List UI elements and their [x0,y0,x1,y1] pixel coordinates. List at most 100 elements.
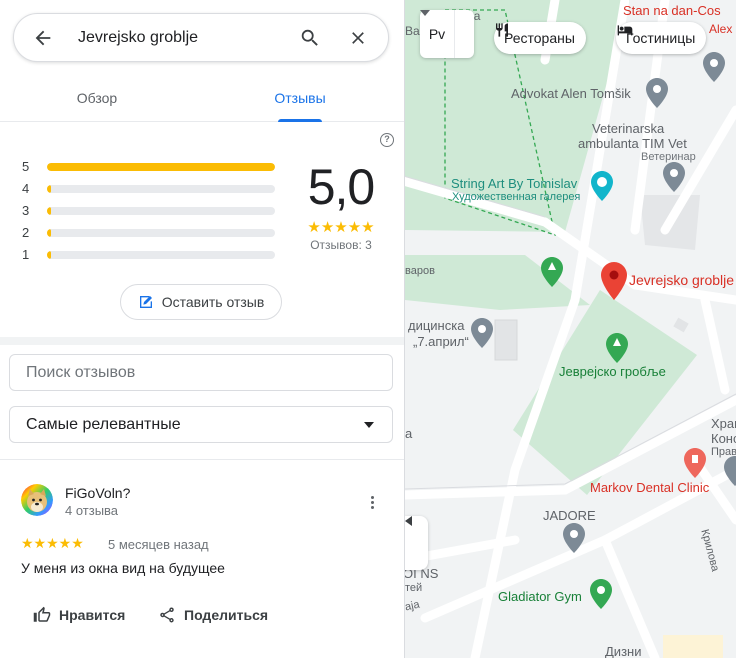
help-icon[interactable]: ? [380,133,394,147]
review-stars: ★★★★★ [21,535,84,551]
map-label-gallery: Художественная галерея [452,191,581,203]
map-label-small-te: тей [405,582,423,594]
doge-avatar-icon [21,484,53,516]
map-label-hram-2: Конс [711,431,736,446]
review-author[interactable]: FiGoVoln? [65,485,130,501]
poi-pin-vet-icon[interactable] [663,162,685,192]
avatar[interactable] [21,484,53,516]
map-label-advokat[interactable]: Advokat Alen Tomšik [511,86,631,101]
review-author-count: 4 отзыва [65,503,119,518]
rating-row-5[interactable]: 5 [22,158,282,180]
map-canvas[interactable]: Stan na dan-Cos кола Вас Alex Advokat Al… [405,0,736,658]
poi-pin-top-icon[interactable] [703,52,725,82]
search-icon [301,29,318,46]
selected-place-pin-icon[interactable] [601,262,627,300]
share-label: Поделиться [184,607,269,623]
poi-pin-medical-icon[interactable] [471,318,493,348]
poi-pin-advokat-icon[interactable] [646,78,668,108]
dropdown-arrow-icon [364,422,374,428]
rating-bar-fill [47,251,51,259]
chip-restaurants-label: Рестораны [504,30,575,46]
map-label-jevrejsko-cyr[interactable]: Јеврејско гробље [559,364,666,379]
chip-hotels[interactable]: Гостиницы [616,22,707,54]
like-button[interactable]: Нравится [33,604,125,626]
map-label-small-a: а [405,426,413,441]
rating-bar-fill [47,185,51,193]
map-label-vet-2[interactable]: ambulanta TIM Vet [578,136,687,151]
map-label-stan[interactable]: Stan na dan-Cos [623,3,721,18]
hotel-icon [617,25,633,36]
map-label-medical-1[interactable]: дицинска [408,318,464,333]
share-icon [160,607,174,623]
poi-pin-cemetery-icon[interactable] [606,333,628,363]
poi-pin-church-icon[interactable] [724,456,736,486]
map-label-jevrejsko[interactable]: Jevrejsko groblje [629,272,734,288]
sort-dropdown[interactable]: Самые релевантные [9,406,393,443]
map-label-markov[interactable]: Markov Dental Clinic [590,480,709,495]
search-input[interactable]: Jevrejsko groblje [68,29,286,47]
map-label-jadore[interactable]: JADORE [543,508,596,523]
poi-pin-dental-icon[interactable] [684,448,706,478]
rating-row-label: 4 [22,181,30,196]
clear-search-button[interactable] [334,13,382,62]
rating-bar-fill [47,229,51,237]
map-label-dizni: Дизни [605,644,642,658]
chip-hotels-label: Гостиницы [626,30,696,46]
map-label-gladiator[interactable]: Gladiator Gym [498,589,582,604]
rating-row-1[interactable]: 1 [22,246,282,268]
share-button[interactable]: Поделиться [158,604,268,626]
chevron-down-icon[interactable] [420,10,474,58]
arrow-back-icon [35,30,51,45]
rating-bar-fill [47,207,51,215]
sort-value: Самые релевантные [26,416,181,433]
restaurant-icon [496,23,508,37]
map-label-vet-1[interactable]: Veterinarska [592,121,664,136]
search-box: Jevrejsko groblje [13,13,389,62]
rating-row-2[interactable]: 2 [22,224,282,246]
divider [0,459,404,460]
rating-summary: 5,0 ★★★★★ Отзывов: 3 [295,158,387,252]
back-button[interactable] [18,13,68,62]
map-label-string-art[interactable]: String Art By Tomislav [451,176,577,191]
close-icon [352,31,364,44]
poi-pin-jadore-icon[interactable] [563,523,585,553]
more-options-button[interactable] [360,490,384,514]
tab-bar: Обзор Отзывы [0,78,404,122]
rating-bar-fill [47,163,275,171]
rating-stars: ★★★★★ [307,219,375,236]
write-review-button[interactable]: Оставить отзыв [120,284,282,320]
rating-row-label: 3 [22,203,30,218]
thumbs-up-icon [33,606,51,622]
chevron-left-icon [405,516,412,526]
review-text: У меня из окна вид на будущее [21,560,225,576]
map-label-alex: Alex [709,22,733,36]
search-button[interactable] [286,13,334,62]
review-search-input[interactable]: Поиск отзывов [9,354,393,391]
like-label: Нравится [59,607,126,623]
review-count[interactable]: Отзывов: 3 [295,238,387,252]
poi-pin-park-icon[interactable] [541,257,563,287]
rating-row-3[interactable]: 3 [22,202,282,224]
divider [0,337,404,345]
map-layer-button[interactable]: Рv [420,10,474,58]
rating-value: 5,0 [307,159,376,215]
rating-row-label: 2 [22,225,30,240]
rating-row-label: 1 [22,247,30,262]
edit-review-icon [139,296,152,308]
map-label-varov: варов [405,265,435,277]
tab-overview[interactable]: Обзор [40,78,154,122]
map-label-hram-1: Храм [711,416,736,431]
review-date: 5 месяцев назад [108,537,209,552]
map-label-medical-2[interactable]: „7.април“ [413,334,469,349]
rating-row-4[interactable]: 4 [22,180,282,202]
write-review-label: Оставить отзыв [161,294,265,310]
poi-pin-gallery-icon[interactable] [591,171,613,201]
poi-pin-gym-icon[interactable] [590,579,612,609]
map-layer-label: Рv [428,26,446,42]
place-panel: Jevrejsko groblje Обзор Отзывы ? 5 4 3 2 [0,0,405,658]
collapse-panel-button[interactable] [405,516,428,570]
tab-reviews[interactable]: Отзывы [246,78,354,122]
rating-row-label: 5 [22,159,30,174]
chip-restaurants[interactable]: Рестораны [494,22,586,54]
rating-distribution: 5 4 3 2 1 [22,158,282,268]
